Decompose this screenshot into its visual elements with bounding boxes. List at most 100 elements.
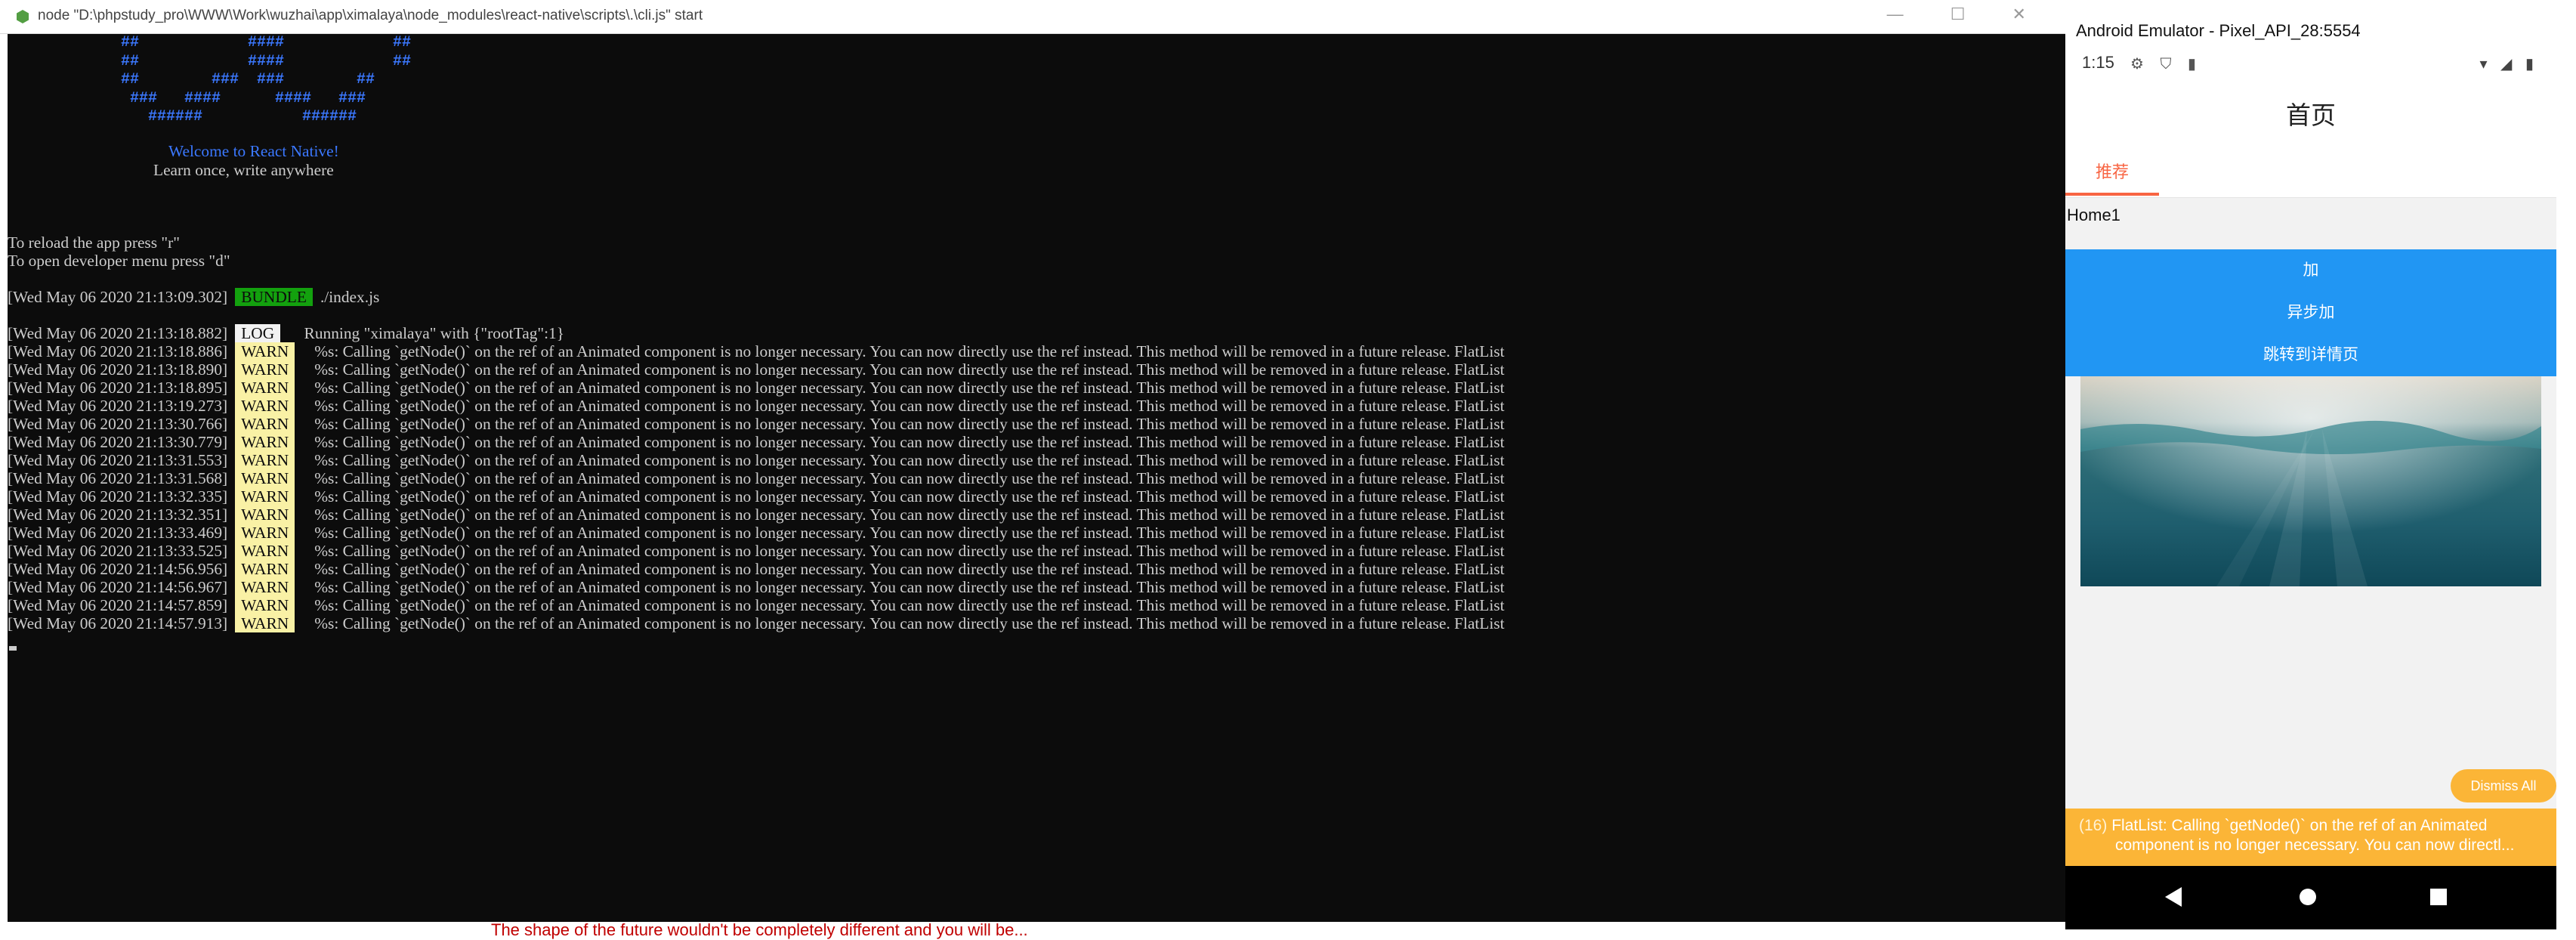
log-timestamp: [Wed May 06 2020 21:13:33.525]	[8, 542, 228, 560]
bundle-path: ./index.js	[320, 288, 380, 306]
log-line: [Wed May 06 2020 21:13:33.469] WARN %s: C…	[8, 524, 1505, 542]
status-time: 1:15	[2082, 53, 2114, 72]
log-line: [Wed May 06 2020 21:14:57.913] WARN %s: C…	[8, 614, 1505, 632]
log-message: %s: Calling `getNode()` on the ref of an…	[314, 415, 1505, 433]
log-level-badge: WARN	[235, 542, 295, 560]
bundle-timestamp: [Wed May 06 2020 21:13:09.302]	[8, 288, 228, 306]
log-message: %s: Calling `getNode()` on the ref of an…	[314, 397, 1505, 415]
recent-apps-icon[interactable]	[2428, 886, 2449, 908]
log-message: %s: Calling `getNode()` on the ref of an…	[314, 524, 1505, 542]
welcome-text: Welcome to React Native!	[168, 142, 339, 160]
log-message: %s: Calling `getNode()` on the ref of an…	[314, 360, 1505, 379]
device-screen[interactable]: 1:15 ⚙ ⛉ ▮ ▾ ◢ ▮ 首页 推荐 Home1 加 异步加 跳转到详情…	[2065, 51, 2556, 929]
reload-hint: To reload the app press "r"	[8, 233, 181, 252]
dev-menu-hint: To open developer menu press "d"	[8, 252, 230, 270]
log-timestamp: [Wed May 06 2020 21:13:18.886]	[8, 342, 228, 360]
log-line: [Wed May 06 2020 21:13:32.335] WARN %s: C…	[8, 487, 1505, 506]
log-level-badge: WARN	[235, 342, 295, 360]
log-line: [Wed May 06 2020 21:14:57.859] WARN %s: C…	[8, 596, 1505, 614]
log-timestamp: [Wed May 06 2020 21:13:18.895]	[8, 379, 228, 397]
button-group: 加 异步加 跳转到详情页	[2065, 249, 2556, 376]
log-level-badge: WARN	[235, 360, 295, 379]
log-level-badge: WARN	[235, 560, 295, 578]
toast-message-1: FlatList: Calling `getNode()` on the ref…	[2111, 817, 2488, 834]
log-timestamp: [Wed May 06 2020 21:14:57.913]	[8, 614, 228, 632]
tab-recommend-label: 推荐	[2095, 162, 2129, 181]
warning-count: (16)	[2079, 817, 2108, 834]
log-line: [Wed May 06 2020 21:14:56.967] WARN %s: C…	[8, 578, 1505, 596]
log-list: [Wed May 06 2020 21:13:18.882] LOG Runnin…	[8, 324, 1505, 632]
status-bar: 1:15 ⚙ ⛉ ▮ ▾ ◢ ▮	[2065, 51, 2556, 79]
toast-message-2: component is no longer necessary. You ca…	[2115, 836, 2515, 854]
log-level-badge: WARN	[235, 578, 295, 596]
log-timestamp: [Wed May 06 2020 21:13:32.351]	[8, 506, 228, 524]
log-line: [Wed May 06 2020 21:13:18.895] WARN %s: C…	[8, 379, 1505, 397]
android-emulator-window: Android Emulator - Pixel_API_28:5554 1:1…	[2065, 0, 2576, 929]
emulator-side-strip	[2556, 53, 2576, 929]
async-add-button[interactable]: 异步加	[2065, 292, 2556, 334]
background-page-text: The shape of the future wouldn't be comp…	[491, 920, 1028, 939]
log-line: [Wed May 06 2020 21:13:18.890] WARN %s: C…	[8, 360, 1505, 379]
log-line: [Wed May 06 2020 21:13:18.882] LOG Runnin…	[8, 324, 1505, 342]
log-level-badge: WARN	[235, 415, 295, 433]
window-controls[interactable]: — ☐ ✕	[1887, 5, 2047, 24]
log-timestamp: [Wed May 06 2020 21:13:31.568]	[8, 469, 228, 487]
log-level-badge: WARN	[235, 451, 295, 469]
log-level-badge: WARN	[235, 433, 295, 451]
log-message: %s: Calling `getNode()` on the ref of an…	[314, 451, 1505, 469]
log-level-badge: WARN	[235, 596, 295, 614]
bundle-badge: BUNDLE	[235, 288, 313, 306]
log-message: %s: Calling `getNode()` on the ref of an…	[314, 469, 1505, 487]
terminal-cursor	[9, 646, 17, 651]
react-native-ascii-logo: ## #### ## ## #### ## ## ### ### ## ### ##…	[121, 34, 411, 127]
add-button[interactable]: 加	[2065, 249, 2556, 292]
top-tab-bar: 推荐	[2065, 139, 2556, 198]
yellowbox-warning-toast[interactable]: (16) FlatList: Calling `getNode()` on th…	[2065, 809, 2556, 866]
log-message: Running "ximalaya" with {"rootTag":1}	[304, 324, 565, 342]
go-detail-button[interactable]: 跳转到详情页	[2065, 334, 2556, 376]
log-timestamp: [Wed May 06 2020 21:13:18.890]	[8, 360, 228, 379]
terminal-output[interactable]: ## #### ## ## #### ## ## ### ### ## ### ##…	[8, 34, 2070, 922]
tagline-text: Learn once, write anywhere	[153, 161, 334, 179]
log-level-badge: WARN	[235, 487, 295, 506]
log-message: %s: Calling `getNode()` on the ref of an…	[314, 560, 1505, 578]
log-line: [Wed May 06 2020 21:13:32.351] WARN %s: C…	[8, 506, 1505, 524]
log-line: [Wed May 06 2020 21:13:30.779] WARN %s: C…	[8, 433, 1505, 451]
log-message: %s: Calling `getNode()` on the ref of an…	[314, 379, 1505, 397]
log-message: %s: Calling `getNode()` on the ref of an…	[314, 487, 1505, 506]
log-line: [Wed May 06 2020 21:13:31.568] WARN %s: C…	[8, 469, 1505, 487]
log-level-badge: WARN	[235, 506, 295, 524]
ascii-art-line: ### #### #### ###	[121, 89, 366, 107]
app-header: 首页	[2065, 79, 2556, 139]
bundle-log-line: [Wed May 06 2020 21:13:09.302] BUNDLE ./in…	[8, 288, 379, 306]
log-line: [Wed May 06 2020 21:13:31.553] WARN %s: C…	[8, 451, 1505, 469]
emulator-window-title: Android Emulator - Pixel_API_28:5554	[2076, 21, 2361, 40]
log-level-badge: WARN	[235, 524, 295, 542]
toast-line-1: (16) FlatList: Calling `getNode()` on th…	[2079, 816, 2487, 836]
log-message: %s: Calling `getNode()` on the ref of an…	[314, 433, 1505, 451]
log-line: [Wed May 06 2020 21:13:18.886] WARN %s: C…	[8, 342, 1505, 360]
notification-icons: ⚙ ⛉ ▮	[2130, 56, 2203, 73]
home-icon[interactable]	[2296, 886, 2319, 908]
terminal-titlebar: node "D:\phpstudy_pro\WWW\Work\wuzhai\ap…	[0, 0, 2070, 34]
emulator-titlebar: Android Emulator - Pixel_API_28:5554	[2065, 0, 2576, 53]
back-icon[interactable]	[2164, 886, 2185, 908]
log-message: %s: Calling `getNode()` on the ref of an…	[314, 578, 1505, 596]
log-line: [Wed May 06 2020 21:14:56.956] WARN %s: C…	[8, 560, 1505, 578]
log-timestamp: [Wed May 06 2020 21:13:33.469]	[8, 524, 228, 542]
log-line: [Wed May 06 2020 21:13:30.766] WARN %s: C…	[8, 415, 1505, 433]
ascii-art-line: ## ### ### ##	[121, 71, 375, 88]
log-level-badge: WARN	[235, 397, 295, 415]
nodejs-icon	[17, 10, 29, 23]
log-level-badge: WARN	[235, 379, 295, 397]
log-level-badge: WARN	[235, 469, 295, 487]
log-level-badge: WARN	[235, 614, 295, 632]
log-message: %s: Calling `getNode()` on the ref of an…	[314, 614, 1505, 632]
android-nav-bar	[2065, 866, 2556, 929]
log-timestamp: [Wed May 06 2020 21:13:31.553]	[8, 451, 228, 469]
tab-recommend[interactable]: 推荐	[2065, 139, 2159, 196]
log-timestamp: [Wed May 06 2020 21:13:32.335]	[8, 487, 228, 506]
dismiss-all-button[interactable]: Dismiss All	[2451, 769, 2556, 802]
ascii-art-line: ## #### ##	[121, 52, 412, 70]
log-timestamp: [Wed May 06 2020 21:13:18.882]	[8, 324, 228, 342]
